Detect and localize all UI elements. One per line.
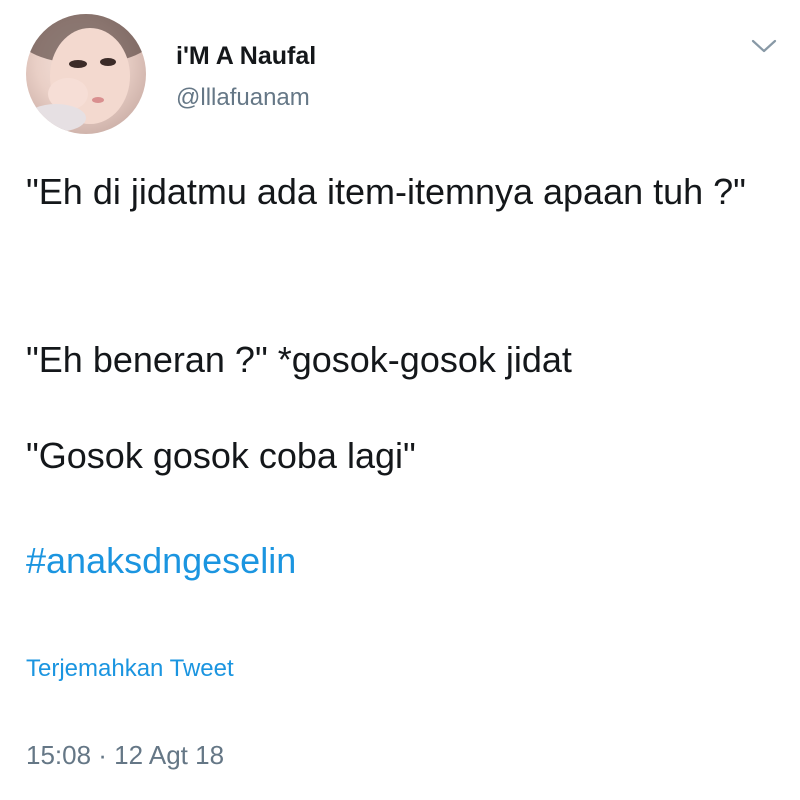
avatar[interactable] (26, 14, 146, 134)
tweet-text-line: "Gosok gosok coba lagi" (26, 435, 416, 476)
chevron-down-icon (751, 39, 777, 53)
tweet-text-line: "Eh di jidatmu ada item-itemnya apaan tu… (26, 171, 746, 212)
user-handle[interactable]: @lllafuanam (176, 84, 310, 112)
tweet-menu-button[interactable] (744, 30, 784, 62)
translate-tweet-link[interactable]: Terjemahkan Tweet (26, 655, 234, 683)
hashtag-link[interactable]: #anaksdngeselin (26, 540, 296, 582)
user-photo-avatar-icon (26, 14, 146, 132)
tweet-text-line: "Eh beneran ?" *gosok-gosok jidat (26, 339, 572, 380)
tweet-text: "Eh di jidatmu ada item-itemnya apaan tu… (26, 168, 776, 476)
display-name[interactable]: i'M A Naufal (176, 42, 316, 71)
tweet-timestamp[interactable]: 15:08 · 12 Agt 18 (26, 740, 224, 771)
